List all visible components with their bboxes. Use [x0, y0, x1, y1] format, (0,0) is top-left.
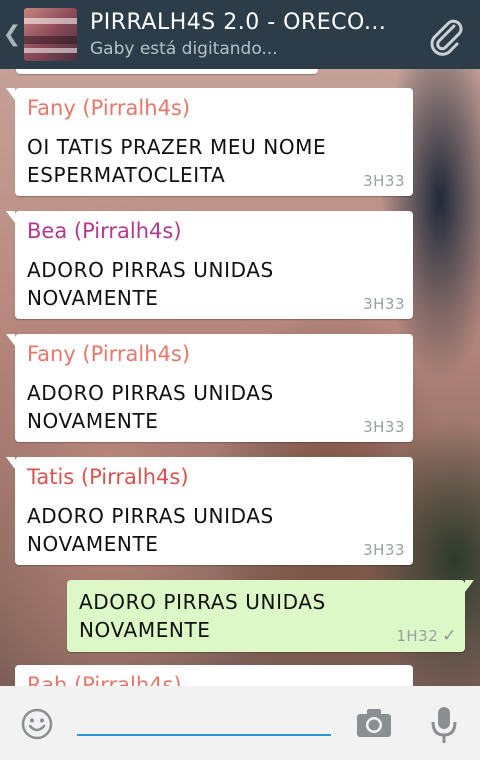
message-time: 1H32 ✓	[396, 626, 457, 646]
message-bubble[interactable]: Bea (Pirralh4s) ADORO PIRRAS UNIDAS NOVA…	[6, 211, 413, 319]
message-time-text: 1H32	[396, 627, 439, 645]
chat-title-area[interactable]: PIRRALH4S 2.0 - ORECO... Gaby está digit…	[90, 10, 410, 59]
message-text-line: NOVAMENTE	[27, 409, 159, 433]
chat-header: ❮ PIRRALH4S 2.0 - ORECO... Gaby está dig…	[0, 0, 480, 69]
message-text-line: ADORO PIRRAS UNIDAS	[27, 381, 274, 405]
message-text-line: NOVAMENTE	[27, 286, 159, 310]
message-text-line: ADORO PIRRAS UNIDAS	[27, 504, 274, 528]
microphone-icon[interactable]	[430, 706, 458, 744]
message-text-line: NOVAMENTE	[27, 532, 159, 556]
sent-check-icon: ✓	[442, 626, 457, 646]
paperclip-icon[interactable]	[426, 16, 466, 56]
message-text-line: ESPERMATOCLEITA	[27, 163, 226, 187]
chat-title: PIRRALH4S 2.0 - ORECO...	[90, 10, 387, 35]
message-bubble[interactable]: Tatis (Pirralh4s) ADORO PIRRAS UNIDAS NO…	[6, 457, 413, 565]
message-time: 3H33	[363, 418, 405, 436]
message-bubble[interactable]: Fany (Pirralh4s) ADORO PIRRAS UNIDAS NOV…	[6, 334, 413, 442]
message-sender: Fany (Pirralh4s)	[27, 96, 191, 120]
message-sender: Tatis (Pirralh4s)	[27, 465, 189, 489]
message-text-line: ADORO PIRRAS UNIDAS	[27, 258, 274, 282]
message-sender: Fany (Pirralh4s)	[27, 342, 191, 366]
message-sender: Bea (Pirralh4s)	[27, 219, 182, 243]
message-time: 3H33	[363, 541, 405, 559]
emoji-icon[interactable]	[21, 708, 53, 740]
message-time: 3H33	[363, 295, 405, 313]
typing-status: Gaby está digitando...	[90, 39, 278, 59]
camera-icon[interactable]	[356, 708, 392, 738]
outgoing-message-bubble[interactable]: ADORO PIRRAS UNIDAS NOVAMENTE 1H32 ✓	[67, 580, 474, 652]
message-text-line: ADORO PIRRAS UNIDAS	[79, 590, 326, 614]
message-bubble[interactable]: Fany (Pirralh4s) OI TATIS PRAZER MEU NOM…	[6, 88, 413, 196]
message-text-line: NOVAMENTE	[79, 618, 211, 642]
back-icon[interactable]: ❮	[2, 22, 22, 47]
message-time: 3H33	[363, 172, 405, 190]
message-input-bar	[0, 686, 480, 760]
message-input[interactable]	[77, 706, 331, 736]
group-avatar[interactable]	[24, 8, 77, 61]
message-text-line: OI TATIS PRAZER MEU NOME	[27, 135, 327, 159]
